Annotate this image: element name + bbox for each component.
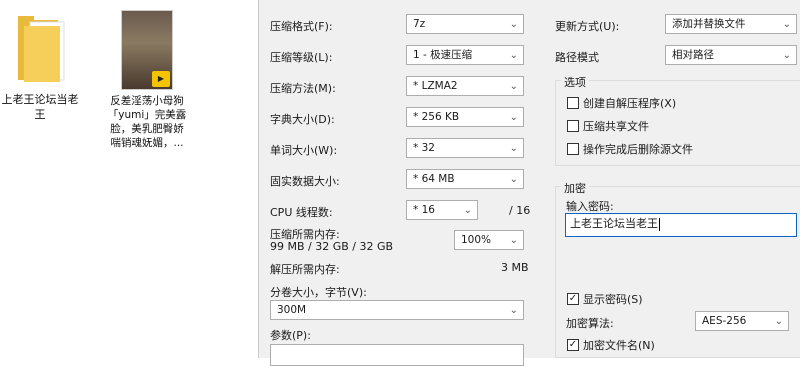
params-input[interactable] [270,344,524,366]
chevron-down-icon: ⌄ [509,174,518,185]
chevron-down-icon: ⌄ [463,205,472,216]
dict-select[interactable]: * 256 KB ⌄ [406,107,524,127]
chevron-down-icon: ⌄ [509,143,518,154]
cpu-select[interactable]: * 16 ⌄ [406,200,478,220]
delete-source-checkbox[interactable]: 操作完成后删除源文件 [567,141,693,157]
chevron-down-icon: ⌄ [509,235,518,246]
level-select[interactable]: 1 - 极速压缩 ⌄ [406,45,524,65]
cpu-label: CPU 线程数: [270,206,333,219]
options-title: 选项 [561,74,589,90]
method-select[interactable]: * LZMA2 ⌄ [406,76,524,96]
checkbox-box [567,143,579,155]
word-label: 单词大小(W): [270,144,338,157]
chevron-down-icon: ⌄ [509,112,518,123]
chevron-down-icon: ⌄ [782,19,791,30]
chevron-down-icon: ⌄ [782,50,791,61]
format-label: 压缩格式(F): [270,20,333,33]
chevron-down-icon: ⌄ [509,305,518,316]
params-label: 参数(P): [270,329,311,342]
encryption-title: 加密 [561,180,589,196]
solid-select[interactable]: * 64 MB ⌄ [406,169,524,189]
archive-dialog: 压缩格式(F): 7z ⌄ 压缩等级(L): 1 - 极速压缩 ⌄ 压缩方法(M):… [258,0,800,366]
chevron-down-icon: ⌄ [774,316,783,327]
mem-comp-value: 99 MB / 32 GB / 32 GB [270,240,394,253]
chevron-down-icon: ⌄ [509,19,518,30]
text-caret [659,217,660,231]
dict-label: 字典大小(D): [270,113,335,126]
enc-method-label: 加密算法: [566,317,614,330]
folder-label: 上老王论坛当老 王 [1,93,79,121]
mem-percent-select[interactable]: 100% ⌄ [454,230,524,250]
word-select[interactable]: * 32 ⌄ [406,138,524,158]
mem-decomp-value: 3 MB [501,261,529,274]
checkbox-box [567,97,579,109]
password-input[interactable]: 上老王论坛当老王 [565,213,797,237]
chevron-down-icon: ⌄ [509,50,518,61]
path-select[interactable]: 相对路径 ⌄ [665,45,797,65]
password-label: 输入密码: [566,200,614,213]
shared-checkbox[interactable]: 压缩共享文件 [567,118,649,134]
player-icon: ▶ [152,71,170,87]
mem-decomp-label: 解压所需内存: [270,263,340,276]
sfx-checkbox[interactable]: 创建自解压程序(X) [567,95,676,111]
desktop-video-file[interactable]: ▶ 反差淫荡小母狗 「yumi」完美露 脸，美乳肥臀娇 喘销魂妩媚，... [100,10,194,150]
checkbox-box: ✓ [567,339,579,351]
video-thumbnail: ▶ [121,10,173,90]
path-label: 路径模式 [555,51,599,64]
update-label: 更新方式(U): [555,20,620,33]
checkbox-box [567,120,579,132]
method-label: 压缩方法(M): [270,82,336,95]
checkbox-box: ✓ [567,293,579,305]
solid-label: 固实数据大小: [270,175,340,188]
video-label: 反差淫荡小母狗 「yumi」完美露 脸，美乳肥臀娇 喘销魂妩媚，... [107,95,187,149]
folder-icon [12,10,68,84]
chevron-down-icon: ⌄ [509,81,518,92]
enc-method-select[interactable]: AES-256 ⌄ [695,311,789,331]
desktop-folder[interactable]: 上老王论坛当老 王 [0,10,80,122]
level-label: 压缩等级(L): [270,51,333,64]
split-combo[interactable]: 300M ⌄ [270,300,524,320]
format-select[interactable]: 7z ⌄ [406,14,524,34]
encrypt-names-checkbox[interactable]: ✓ 加密文件名(N) [567,337,655,353]
cpu-total: / 16 [509,204,531,217]
show-password-checkbox[interactable]: ✓ 显示密码(S) [567,291,643,307]
update-select[interactable]: 添加并替换文件 ⌄ [665,14,797,34]
split-label: 分卷大小，字节(V): [270,286,367,299]
